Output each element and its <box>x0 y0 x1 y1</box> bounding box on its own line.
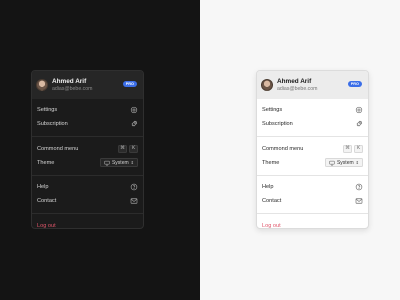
menu-item-logout[interactable]: Log out <box>257 219 368 229</box>
profile-header[interactable]: Ahmed Arif adias@bebe.com PRO <box>32 71 143 99</box>
menu-item-label: Contact <box>37 198 57 204</box>
menu-item-command-menu[interactable]: Commond menu ⌘ K <box>32 142 143 156</box>
command-key: ⌘ <box>343 144 352 153</box>
gear-icon <box>130 106 138 114</box>
rocket-icon <box>130 120 138 128</box>
theme-select-value: System <box>111 159 129 166</box>
menu-item-label: Theme <box>262 159 280 166</box>
menu-item-theme: Theme System ⇕ <box>32 156 143 170</box>
menu-item-logout[interactable]: Log out <box>32 219 143 229</box>
profile-email: adias@bebe.com <box>277 86 318 92</box>
menu-item-label: Theme <box>37 159 55 166</box>
menu-item-label: Help <box>37 184 49 190</box>
menu-item-help[interactable]: Help <box>32 180 143 194</box>
logout-label: Log out <box>37 222 56 229</box>
menu-item-label: Subscription <box>37 121 68 127</box>
k-key: K <box>354 144 363 153</box>
profile-name: Ahmed Arif <box>277 78 312 85</box>
menu-item-settings[interactable]: Settings <box>32 103 143 117</box>
menu-item-theme: Theme System ⇕ <box>257 156 368 170</box>
mail-icon <box>130 197 138 205</box>
menu-item-label: Subscription <box>262 121 293 127</box>
theme-select[interactable]: System ⇕ <box>324 158 363 167</box>
profile-email: adias@bebe.com <box>52 86 93 92</box>
help-circle-icon <box>355 183 363 191</box>
profile-name: Ahmed Arif <box>52 78 87 85</box>
menu-item-help[interactable]: Help <box>257 180 368 194</box>
menu-item-command-menu[interactable]: Commond menu ⌘ K <box>257 142 368 156</box>
account-menu-light: Ahmed Arif adias@bebe.com PRO Settings S… <box>256 70 369 229</box>
chevron-updown-icon: ⇕ <box>130 160 134 165</box>
divider <box>32 136 143 137</box>
light-panel: Ahmed Arif adias@bebe.com PRO Settings S… <box>200 0 400 300</box>
k-key: K <box>129 144 138 153</box>
dark-panel: Ahmed Arif adias@bebe.com PRO Settings S… <box>0 0 200 300</box>
shortcut-keys: ⌘ K <box>118 144 138 153</box>
chevron-updown-icon: ⇕ <box>355 160 359 165</box>
theme-select[interactable]: System ⇕ <box>99 158 138 167</box>
divider <box>32 174 143 175</box>
divider <box>257 174 368 175</box>
command-key: ⌘ <box>118 144 127 153</box>
pro-badge: PRO <box>122 81 137 87</box>
monitor-icon <box>329 160 335 166</box>
monitor-icon <box>104 160 110 166</box>
menu-item-label: Settings <box>37 107 58 113</box>
gear-icon <box>355 106 363 114</box>
menu-item-label: Help <box>262 184 274 190</box>
pro-badge: PRO <box>347 81 362 87</box>
divider <box>257 213 368 214</box>
logout-label: Log out <box>262 222 281 229</box>
account-menu-dark: Ahmed Arif adias@bebe.com PRO Settings S… <box>31 70 144 229</box>
menu-item-contact[interactable]: Contact <box>257 194 368 208</box>
shortcut-keys: ⌘ K <box>343 144 363 153</box>
menu-item-label: Contact <box>262 198 282 204</box>
help-circle-icon <box>130 183 138 191</box>
avatar <box>261 79 273 91</box>
mail-icon <box>355 197 363 205</box>
avatar <box>36 79 48 91</box>
menu-item-label: Settings <box>262 107 283 113</box>
menu-item-subscription[interactable]: Subscription <box>32 117 143 131</box>
profile-header[interactable]: Ahmed Arif adias@bebe.com PRO <box>257 71 368 99</box>
menu-item-label: Commond menu <box>262 145 304 152</box>
menu-item-settings[interactable]: Settings <box>257 103 368 117</box>
divider <box>257 136 368 137</box>
menu-item-subscription[interactable]: Subscription <box>257 117 368 131</box>
menu-item-label: Commond menu <box>37 145 79 152</box>
divider <box>32 213 143 214</box>
menu-item-contact[interactable]: Contact <box>32 194 143 208</box>
rocket-icon <box>355 120 363 128</box>
theme-select-value: System <box>336 159 354 166</box>
